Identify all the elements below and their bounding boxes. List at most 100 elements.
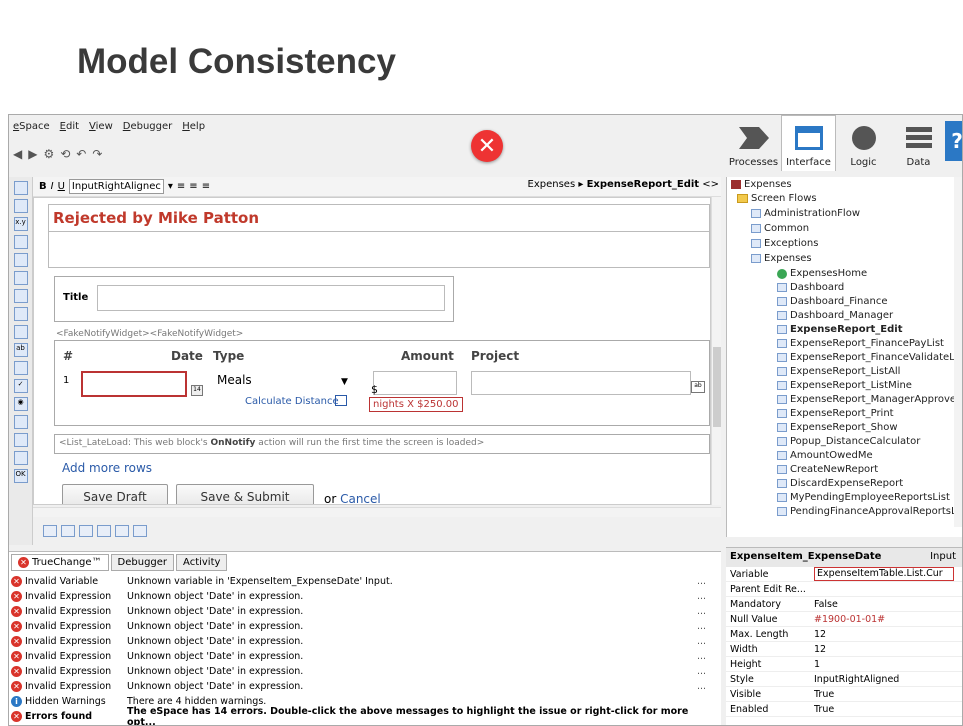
property-row[interactable]: Null Value #1900-01-01# [726,612,962,627]
add-more-rows-link[interactable]: Add more rows [62,461,152,475]
more-icon[interactable]: ... [697,576,711,587]
align-center-icon[interactable]: ≡ [189,181,197,192]
title-input[interactable] [97,285,445,311]
tree-screen-flows[interactable]: Screen Flows [737,193,817,204]
expense-date-input[interactable] [81,371,187,397]
list-lateload-block[interactable]: <List_LateLoad: This web block's OnNotif… [54,434,710,454]
save-draft-button[interactable]: Save Draft [62,484,168,504]
redo-icon[interactable]: ↷ [92,147,102,161]
tree-screen[interactable]: AmountOwedMe [777,450,873,461]
tree-screen[interactable]: Popup_DistanceCalculator [777,436,920,447]
calculate-distance-link[interactable]: Calculate Distance [245,396,339,407]
property-value[interactable]: #1900-01-01# [814,614,954,625]
table-icon[interactable] [97,525,111,537]
image-icon[interactable] [61,525,75,537]
tab-interface[interactable]: Interface [781,115,836,171]
menu-view[interactable]: View [89,121,113,137]
palette-upload-icon[interactable] [13,433,28,447]
tree-screen[interactable]: DiscardExpenseReport [777,478,903,489]
tree-flow[interactable]: Exceptions [751,238,818,249]
palette-table-icon[interactable] [13,199,28,213]
more-icon[interactable]: ... [697,651,711,662]
help-icon[interactable]: ? [945,121,962,161]
tree-screen[interactable]: ExpenseReport_ManagerApprove [777,394,956,405]
property-row[interactable]: Variable ExpenseItemTable.List.Cur [726,567,962,582]
property-row[interactable]: Visible True [726,687,962,702]
gear-icon[interactable]: ⚙ [43,147,54,161]
menu-debugger[interactable]: Debugger [123,121,173,137]
menu-help[interactable]: Help [182,121,205,137]
menu-edit[interactable]: Edit [60,121,79,137]
message-row[interactable]: ✕ Invalid Expression Unknown object 'Date'… [11,604,711,619]
more-icon[interactable]: ... [697,681,711,692]
message-row[interactable]: ✕ Invalid Expression Unknown object 'Date'… [11,589,711,604]
back-icon[interactable]: ◀ [13,147,22,161]
project-input-icon[interactable]: ab [691,381,705,393]
more-icon[interactable]: ... [697,606,711,617]
property-row[interactable]: Width 12 [726,642,962,657]
message-row[interactable]: ✕ Invalid Expression Unknown object 'Date'… [11,619,711,634]
tree-screen[interactable]: Dashboard_Finance [777,296,888,307]
palette-link-icon[interactable] [13,271,28,285]
palette-textarea-icon[interactable] [13,361,28,375]
calculator-icon[interactable] [335,395,347,406]
message-row[interactable]: ✕ Invalid Variable Unknown variable in 'Ex… [11,574,711,589]
breadcrumb-parent[interactable]: Expenses [528,179,576,190]
rejected-container[interactable]: Rejected by Mike Patton [48,204,710,268]
tab-debugger[interactable]: Debugger [110,554,175,571]
input-icon[interactable] [133,525,147,537]
more-icon[interactable]: ... [697,636,711,647]
message-row-summary[interactable]: ✕ Errors found The eSpace has 14 errors. D… [11,706,711,725]
tree-flow[interactable]: AdministrationFlow [751,208,860,219]
tree-screen[interactable]: MyPendingEmployeeReportsList [777,492,950,503]
container-icon[interactable] [79,525,93,537]
tab-logic[interactable]: Logic [836,115,891,171]
palette-button-icon[interactable] [13,289,28,303]
align-left-icon[interactable]: ≡ [177,181,185,192]
bold-button[interactable]: B [39,181,47,192]
message-row[interactable]: ✕ Invalid Expression Unknown object 'Date'… [11,679,711,694]
canvas-horizontal-scrollbar[interactable] [33,507,721,517]
property-value[interactable]: 12 [814,644,954,655]
tree-flow[interactable]: Expenses [751,253,812,264]
italic-button[interactable]: I [51,181,54,192]
more-icon[interactable]: ... [697,666,711,677]
more-icon[interactable]: ... [697,591,711,602]
tree-screen[interactable]: CreateNewReport [777,464,878,475]
tree-screen[interactable]: ExpensesHome [777,268,867,279]
message-row[interactable]: ✕ Invalid Expression Unknown object 'Date'… [11,649,711,664]
underline-button[interactable]: U [58,181,65,192]
pin-icon[interactable] [43,525,57,537]
save-submit-button[interactable]: Save & Submit [176,484,314,504]
nights-expression[interactable]: nights X $250.00 [369,397,463,412]
tab-truechange[interactable]: ✕ TrueChange™ [11,554,109,571]
property-value[interactable]: 12 [814,629,954,640]
palette-placeholder-icon[interactable] [13,253,28,267]
menu-espace[interactable]: eSpace [13,121,50,137]
property-value[interactable]: 1 [814,659,954,670]
list-icon[interactable] [115,525,129,537]
palette-table-records-icon[interactable] [13,325,28,339]
scroll-thumb[interactable] [713,347,721,427]
property-value[interactable]: True [814,689,954,700]
tree-scrollbar[interactable] [954,177,962,527]
project-input[interactable] [471,371,691,395]
style-dropdown-icon[interactable]: ▾ [168,181,173,192]
property-row[interactable]: Height 1 [726,657,962,672]
forward-icon[interactable]: ▶ [28,147,37,161]
palette-combo-icon[interactable] [13,415,28,429]
palette-checkbox-icon[interactable]: ✓ [13,379,28,393]
tree-screen[interactable]: ExpenseReport_ListMine [777,380,912,391]
align-right-icon[interactable]: ≡ [202,181,210,192]
expense-items-table[interactable]: # Date Type Amount Project 1 14 Meals ▼ … [54,340,710,426]
amount-input[interactable] [373,371,457,395]
palette-webblock-icon[interactable] [13,451,28,465]
property-value[interactable]: ExpenseItemTable.List.Cur [814,567,954,581]
undo-icon[interactable]: ↶ [76,147,86,161]
tree-screen[interactable]: Dashboard_Manager [777,310,893,321]
property-row[interactable]: Max. Length 12 [726,627,962,642]
tree-screen[interactable]: Dashboard [777,282,844,293]
property-row[interactable]: Mandatory False [726,597,962,612]
property-value[interactable]: InputRightAligned [814,674,954,685]
palette-input-icon[interactable]: ab [13,343,28,357]
